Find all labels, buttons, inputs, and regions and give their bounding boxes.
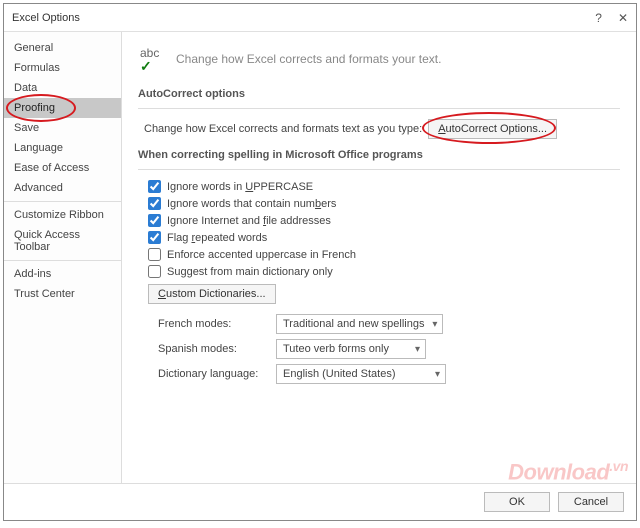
check-flag-repeated[interactable]: [148, 231, 161, 244]
sidebar-item-add-ins[interactable]: Add-ins: [4, 264, 121, 284]
section-spelling-title: When correcting spelling in Microsoft Of…: [138, 149, 620, 161]
sidebar-item-language[interactable]: Language: [4, 138, 121, 158]
sidebar: General Formulas Data Proofing Save Lang…: [4, 32, 122, 483]
check-flag-repeated-label: Flag repeated words: [167, 232, 267, 244]
check-internet[interactable]: [148, 214, 161, 227]
sidebar-item-formulas[interactable]: Formulas: [4, 58, 121, 78]
check-french-accent[interactable]: [148, 248, 161, 261]
sidebar-item-quick-access-toolbar[interactable]: Quick Access Toolbar: [4, 225, 121, 257]
sidebar-item-save[interactable]: Save: [4, 118, 121, 138]
check-french-accent-label: Enforce accented uppercase in French: [167, 249, 356, 261]
close-icon[interactable]: ✕: [618, 11, 628, 25]
window-title: Excel Options: [12, 12, 595, 24]
check-uppercase[interactable]: [148, 180, 161, 193]
sidebar-item-proofing[interactable]: Proofing: [4, 98, 121, 118]
section-autocorrect-title: AutoCorrect options: [138, 88, 620, 100]
ok-button[interactable]: OK: [484, 492, 550, 512]
dialog-footer: OK Cancel: [4, 483, 636, 520]
cancel-button[interactable]: Cancel: [558, 492, 624, 512]
check-main-dict-label: Suggest from main dictionary only: [167, 266, 333, 278]
sidebar-item-customize-ribbon[interactable]: Customize Ribbon: [4, 205, 121, 225]
sidebar-item-ease-of-access[interactable]: Ease of Access: [4, 158, 121, 178]
page-subtitle: Change how Excel corrects and formats yo…: [176, 52, 441, 66]
spanish-modes-label: Spanish modes:: [158, 343, 276, 355]
sidebar-item-general[interactable]: General: [4, 38, 121, 58]
dict-language-select[interactable]: English (United States): [276, 364, 446, 384]
proofing-icon: abc ✓: [138, 46, 166, 72]
excel-options-dialog: Excel Options ? ✕ General Formulas Data …: [3, 3, 637, 521]
french-modes-select[interactable]: Traditional and new spellings: [276, 314, 443, 334]
titlebar: Excel Options ? ✕: [4, 4, 636, 32]
spanish-modes-select[interactable]: Tuteo verb forms only: [276, 339, 426, 359]
content-pane: abc ✓ Change how Excel corrects and form…: [122, 32, 636, 483]
dict-language-label: Dictionary language:: [158, 368, 276, 380]
check-numbers-label: Ignore words that contain numbers: [167, 198, 336, 210]
autocorrect-desc: Change how Excel corrects and formats te…: [144, 123, 422, 135]
sidebar-item-trust-center[interactable]: Trust Center: [4, 284, 121, 304]
check-main-dict[interactable]: [148, 265, 161, 278]
sidebar-item-advanced[interactable]: Advanced: [4, 178, 121, 198]
french-modes-label: French modes:: [158, 318, 276, 330]
check-numbers[interactable]: [148, 197, 161, 210]
check-uppercase-label: Ignore words in UPPERCASE: [167, 181, 313, 193]
help-icon[interactable]: ?: [595, 11, 602, 25]
check-internet-label: Ignore Internet and file addresses: [167, 215, 331, 227]
autocorrect-options-button[interactable]: AutoCorrect Options...: [428, 119, 557, 139]
custom-dictionaries-button[interactable]: Custom Dictionaries...: [148, 284, 276, 304]
sidebar-item-data[interactable]: Data: [4, 78, 121, 98]
